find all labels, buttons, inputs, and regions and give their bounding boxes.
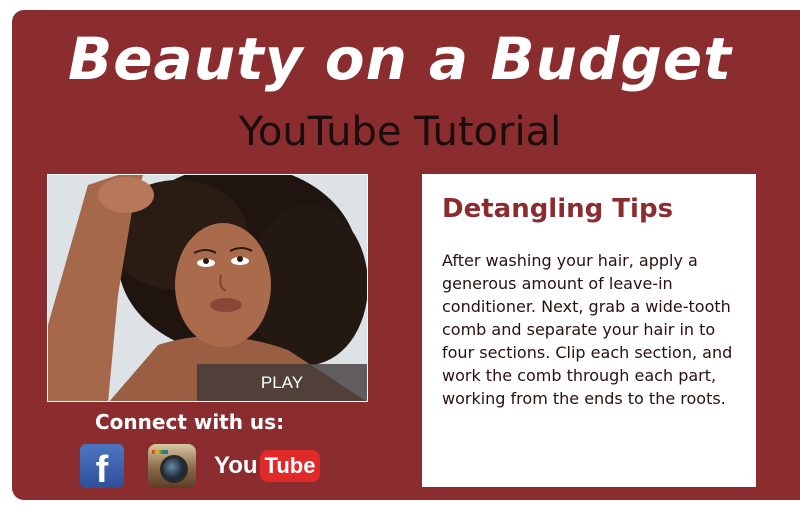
page-subtitle: YouTube Tutorial — [238, 109, 562, 155]
instagram-stripe — [152, 450, 168, 454]
video-player[interactable]: PLAY — [47, 174, 368, 402]
connect-heading: Connect with us: — [95, 410, 285, 434]
tips-card: Detangling Tips After washing your hair,… — [422, 174, 756, 487]
facebook-glyph: f — [95, 449, 109, 488]
page-title: Beauty on a Budget — [68, 25, 732, 93]
instagram-lens — [160, 455, 188, 483]
youtube-tube-text: Tube — [259, 450, 321, 482]
play-button[interactable]: PLAY — [197, 364, 367, 401]
tips-heading: Detangling Tips — [442, 194, 674, 224]
instagram-icon[interactable] — [148, 444, 196, 488]
tips-body: After washing your hair, apply a generou… — [442, 251, 733, 408]
facebook-icon[interactable]: f — [80, 444, 124, 488]
youtube-icon[interactable]: You Tube — [214, 444, 321, 488]
youtube-you-text: You — [214, 452, 258, 479]
